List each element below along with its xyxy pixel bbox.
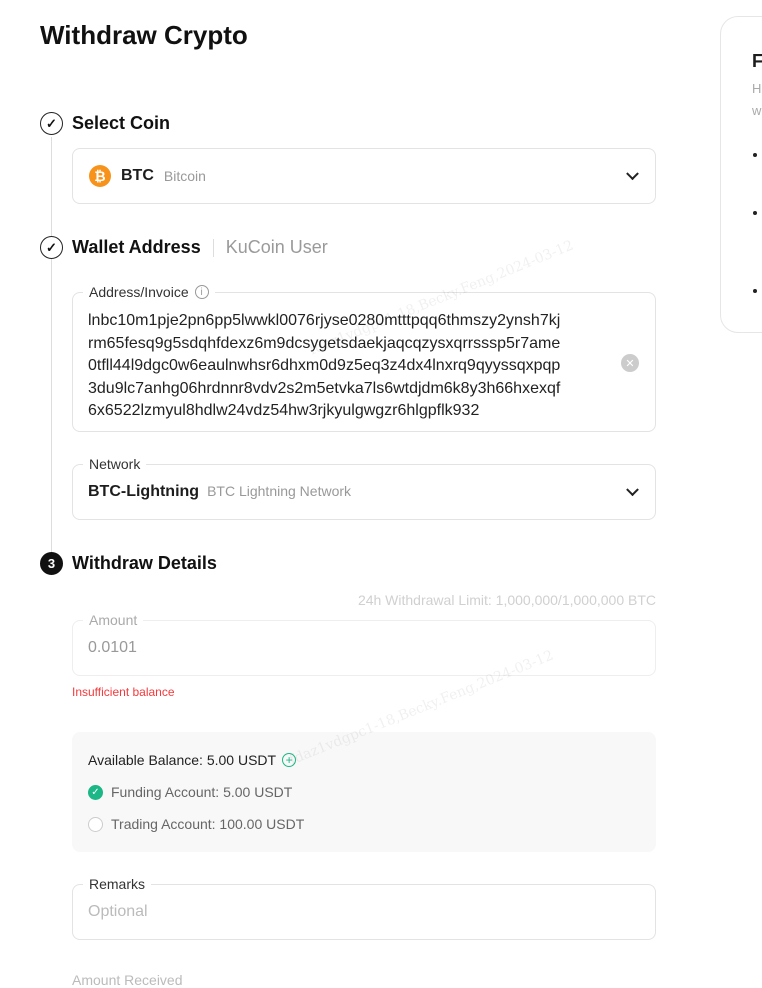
address-line: 3du9lc7anhg06hrdnnr8vdv2s2m5etvka7ls6wtd…: [88, 379, 561, 397]
amount-label: Amount: [83, 612, 144, 628]
step-select-coin: ✓ Select Coin: [40, 112, 170, 135]
step-label: Wallet Address: [72, 237, 201, 257]
divider: [212, 238, 214, 257]
address-line: 6x6522lzmyul8hdlw24vdz54hw3rjkyulgwgzr6h…: [88, 402, 480, 419]
network-description: BTC Lightning Network: [207, 483, 352, 499]
radio-checked-icon: ✓: [88, 784, 103, 800]
step-withdraw-details: 3 Withdraw Details: [40, 552, 217, 575]
bullet: [753, 153, 757, 157]
funding-account-label: Funding Account: 5.00 USDT: [111, 784, 293, 800]
network-label: Network: [83, 456, 147, 472]
available-balance: Available Balance: 5.00 USDT: [88, 752, 277, 768]
address-line: 0tfll44l9dgc0w6eaulnwhsr6dhxm0d9z5eq3z4d…: [88, 357, 561, 374]
amount-error: Insufficient balance: [72, 685, 175, 699]
balance-panel: Available Balance: 5.00 USDT + ✓ Funding…: [72, 732, 656, 852]
withdraw-limit: 24h Withdrawal Limit: 1,000,000/1,000,00…: [357, 592, 656, 608]
address-input[interactable]: Address/Invoice i lnbc10m1pje2pn6pp5lwwk…: [72, 284, 656, 432]
side-panel: F H w: [720, 16, 762, 333]
chevron-down-icon: [626, 483, 639, 497]
address-line: lnbc10m1pje2pn6pp5lwwkl0076rjyse0280mttt…: [88, 312, 561, 329]
remarks-label: Remarks: [83, 876, 152, 892]
radio-funding-account[interactable]: ✓ Funding Account: 5.00 USDT: [88, 784, 292, 800]
address-label-wrap: Address/Invoice i: [83, 284, 215, 300]
step-wallet-address: ✓ Wallet Address KuCoin User: [40, 236, 328, 259]
address-value: lnbc10m1pje2pn6pp5lwwkl0076rjyse0280mttt…: [88, 310, 560, 423]
stepper-line: [51, 137, 52, 552]
tab-kucoin-user[interactable]: KuCoin User: [226, 237, 328, 258]
chevron-down-icon: [626, 167, 639, 181]
step-label: Withdraw Details: [72, 553, 217, 573]
remarks-input[interactable]: Remarks Optional: [72, 876, 656, 940]
bitcoin-icon: ₿: [89, 165, 111, 187]
coin-select[interactable]: ₿ BTC Bitcoin: [72, 148, 656, 204]
amount-value: 0.0101: [88, 639, 137, 656]
side-panel-text: w: [752, 103, 762, 118]
side-panel-title: F: [752, 51, 762, 71]
radio-trading-account[interactable]: Trading Account: 100.00 USDT: [88, 816, 304, 832]
remarks-placeholder: Optional: [88, 903, 148, 920]
amount-received-label: Amount Received: [72, 972, 183, 988]
add-circle-icon[interactable]: +: [282, 753, 297, 767]
network-value: BTC-Lightning: [88, 483, 200, 500]
clear-icon[interactable]: ✕: [621, 354, 639, 372]
radio-unchecked-icon: [88, 816, 103, 832]
info-icon[interactable]: i: [194, 285, 209, 299]
bullet: [753, 289, 757, 293]
coin-name: Bitcoin: [163, 168, 206, 184]
check-icon: ✓: [40, 236, 63, 259]
network-select[interactable]: Network BTC-Lightning BTC Lightning Netw…: [72, 456, 656, 520]
address-line: rm65fesq9g5sdqhfdexz6m9dcsygetsdaekjaqcq…: [88, 334, 561, 352]
page-title: Withdraw Crypto: [40, 20, 248, 50]
step-number: 3: [40, 552, 63, 575]
trading-account-label: Trading Account: 100.00 USDT: [111, 816, 305, 832]
coin-symbol: BTC: [121, 167, 154, 184]
address-label: Address/Invoice: [89, 284, 189, 300]
bullet: [753, 211, 757, 215]
amount-input[interactable]: Amount 0.0101: [72, 612, 656, 676]
check-icon: ✓: [40, 112, 63, 135]
step-label: Select Coin: [72, 113, 171, 133]
side-panel-text: H: [752, 81, 762, 96]
